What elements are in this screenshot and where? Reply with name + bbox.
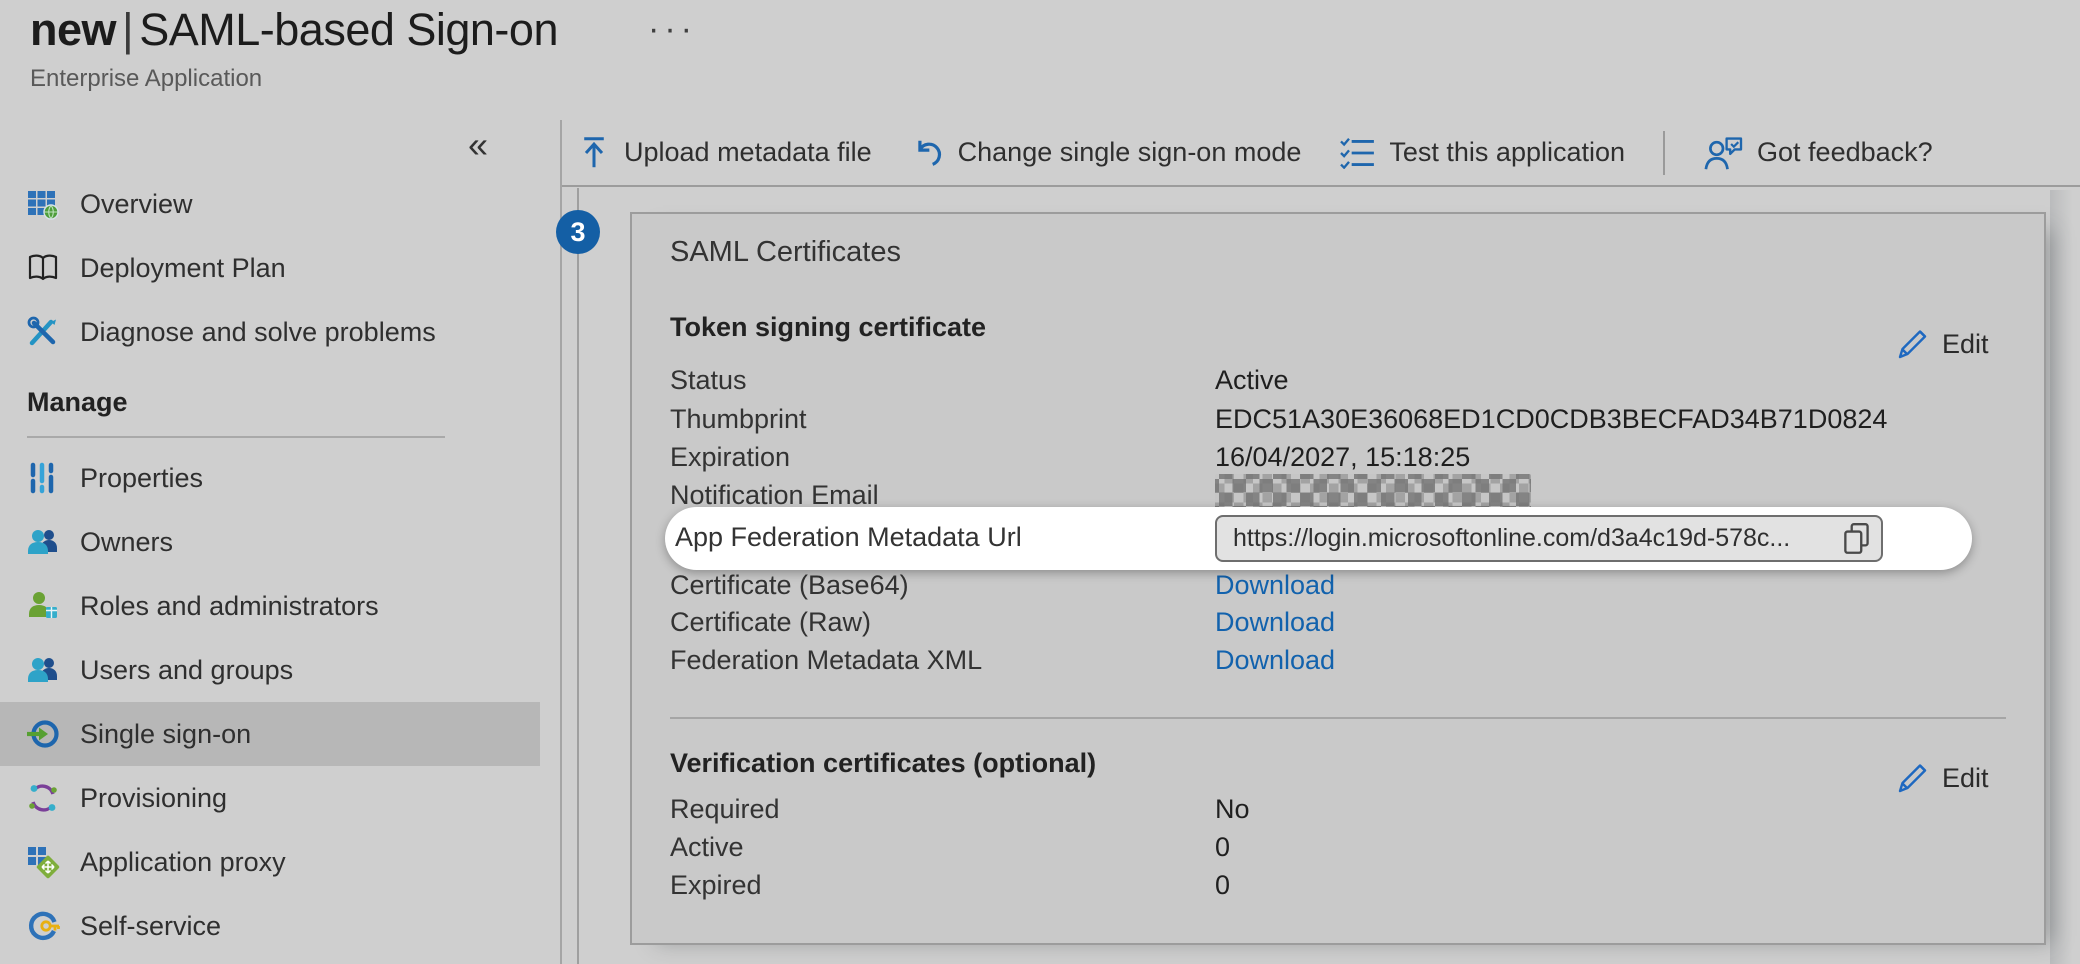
collapse-sidebar-icon[interactable]: « bbox=[468, 124, 488, 166]
page-header: new|SAML-based Sign-on Enterprise Applic… bbox=[30, 4, 558, 93]
download-link[interactable]: Download bbox=[1215, 645, 1335, 676]
token-signing-heading: Token signing certificate bbox=[670, 312, 986, 343]
sidebar-item-label: Diagnose and solve problems bbox=[80, 317, 436, 348]
app-name: new bbox=[30, 4, 116, 55]
toolbar-item-label: Got feedback? bbox=[1757, 137, 1933, 168]
sidebar-item-application-proxy[interactable]: Application proxy bbox=[0, 830, 540, 894]
section-divider bbox=[670, 717, 2006, 719]
sidebar-item-roles-administrators[interactable]: Roles and administrators bbox=[0, 574, 540, 638]
role-person-icon bbox=[26, 589, 60, 623]
sidebar-item-deployment-plan[interactable]: Deployment Plan bbox=[0, 236, 540, 300]
sidebar-item-overview[interactable]: Overview bbox=[0, 172, 540, 236]
sidebar-item-label: Self-service bbox=[80, 911, 221, 942]
got-feedback-button[interactable]: Got feedback? bbox=[1703, 135, 1933, 171]
sidebar-item-label: Application proxy bbox=[80, 847, 286, 878]
people-icon bbox=[26, 525, 60, 559]
sidebar-item-label: Deployment Plan bbox=[80, 253, 286, 284]
page-title-text: SAML-based Sign-on bbox=[139, 4, 558, 55]
sidebar-item-properties[interactable]: Properties bbox=[0, 446, 540, 510]
checklist-icon bbox=[1339, 137, 1375, 169]
sidebar: « Overview Deployment Plan Diagnose and … bbox=[0, 120, 562, 964]
table-row-federation-metadata-xml: Federation Metadata XML Download bbox=[632, 645, 2044, 679]
toolbar-separator bbox=[1663, 131, 1665, 175]
app-federation-metadata-url-label: App Federation Metadata Url bbox=[675, 522, 1022, 553]
sidebar-nav: Overview Deployment Plan Diagnose and so… bbox=[0, 172, 540, 958]
edit-label: Edit bbox=[1942, 329, 1989, 360]
sidebar-item-label: Users and groups bbox=[80, 655, 293, 686]
pencil-icon bbox=[1894, 326, 1930, 362]
title-separator: | bbox=[116, 4, 139, 55]
sign-in-icon bbox=[26, 717, 60, 751]
change-sso-mode-button[interactable]: Change single sign-on mode bbox=[910, 136, 1302, 170]
edit-token-certificate-button[interactable]: Edit bbox=[1894, 326, 1989, 362]
toolbar-item-label: Test this application bbox=[1389, 137, 1625, 168]
sidebar-item-label: Provisioning bbox=[80, 783, 227, 814]
command-bar: Upload metadata file Change single sign-… bbox=[562, 120, 2080, 187]
edit-verification-certificates-button[interactable]: Edit bbox=[1894, 760, 1989, 796]
sidebar-item-self-service[interactable]: Self-service bbox=[0, 894, 540, 958]
undo-arrow-icon bbox=[910, 136, 944, 170]
sidebar-item-label: Properties bbox=[80, 463, 203, 494]
copy-icon[interactable] bbox=[1839, 521, 1875, 557]
sidebar-divider bbox=[27, 436, 445, 438]
table-row-required: Required No bbox=[632, 794, 2044, 828]
feedback-person-icon bbox=[1703, 135, 1743, 171]
download-link[interactable]: Download bbox=[1215, 570, 1335, 601]
table-row-expiration: Expiration 16/04/2027, 15:18:25 bbox=[632, 442, 2044, 476]
verification-certificates-heading: Verification certificates (optional) bbox=[670, 748, 1096, 779]
metadata-url-field-wrap bbox=[1215, 515, 1883, 562]
more-menu-icon[interactable]: ··· bbox=[648, 10, 697, 49]
metadata-url-input[interactable] bbox=[1215, 515, 1883, 562]
toolbar-item-label: Upload metadata file bbox=[624, 137, 872, 168]
table-row-thumbprint: Thumbprint EDC51A30E36068ED1CD0CDB3BECFA… bbox=[632, 404, 2044, 438]
download-link[interactable]: Download bbox=[1215, 607, 1335, 638]
app-federation-metadata-url-row: App Federation Metadata Url bbox=[665, 507, 1972, 570]
upload-metadata-button[interactable]: Upload metadata file bbox=[578, 135, 872, 171]
sidebar-item-label: Overview bbox=[80, 189, 193, 220]
step-3-badge: 3 bbox=[556, 210, 600, 254]
sidebar-item-single-sign-on[interactable]: Single sign-on bbox=[0, 702, 540, 766]
key-icon bbox=[26, 909, 60, 943]
sidebar-item-diagnose[interactable]: Diagnose and solve problems bbox=[0, 300, 540, 364]
sidebar-item-provisioning[interactable]: Provisioning bbox=[0, 766, 540, 830]
stepper-line bbox=[577, 188, 579, 964]
table-row-certificate-base64: Certificate (Base64) Download bbox=[632, 570, 2044, 604]
table-row-active: Active 0 bbox=[632, 832, 2044, 866]
sidebar-item-label: Roles and administrators bbox=[80, 591, 379, 622]
provisioning-sync-icon bbox=[26, 781, 60, 815]
overview-grid-icon bbox=[26, 187, 60, 221]
test-application-button[interactable]: Test this application bbox=[1339, 137, 1625, 169]
table-row-expired: Expired 0 bbox=[632, 870, 2044, 904]
page-subtitle: Enterprise Application bbox=[30, 65, 558, 93]
upload-icon bbox=[578, 135, 610, 171]
toolbar-item-label: Change single sign-on mode bbox=[958, 137, 1302, 168]
right-edge-shadow bbox=[2050, 190, 2080, 964]
pencil-icon bbox=[1894, 760, 1930, 796]
sidebar-item-users-groups[interactable]: Users and groups bbox=[0, 638, 540, 702]
card-title: SAML Certificates bbox=[670, 236, 901, 269]
sidebar-manage-header: Manage bbox=[0, 364, 540, 428]
saml-certificates-card: SAML Certificates Token signing certific… bbox=[630, 212, 2046, 945]
sliders-icon bbox=[26, 461, 60, 495]
app-proxy-icon bbox=[26, 845, 60, 879]
table-row-status: Status Active bbox=[632, 365, 2044, 399]
table-row-certificate-raw: Certificate (Raw) Download bbox=[632, 607, 2044, 641]
sidebar-item-owners[interactable]: Owners bbox=[0, 510, 540, 574]
sidebar-item-label: Single sign-on bbox=[80, 719, 251, 750]
edit-label: Edit bbox=[1942, 763, 1989, 794]
book-icon bbox=[26, 251, 60, 285]
page-title: new|SAML-based Sign-on bbox=[30, 4, 558, 56]
tools-icon bbox=[26, 315, 60, 349]
sidebar-item-label: Owners bbox=[80, 527, 173, 558]
people-icon bbox=[26, 653, 60, 687]
